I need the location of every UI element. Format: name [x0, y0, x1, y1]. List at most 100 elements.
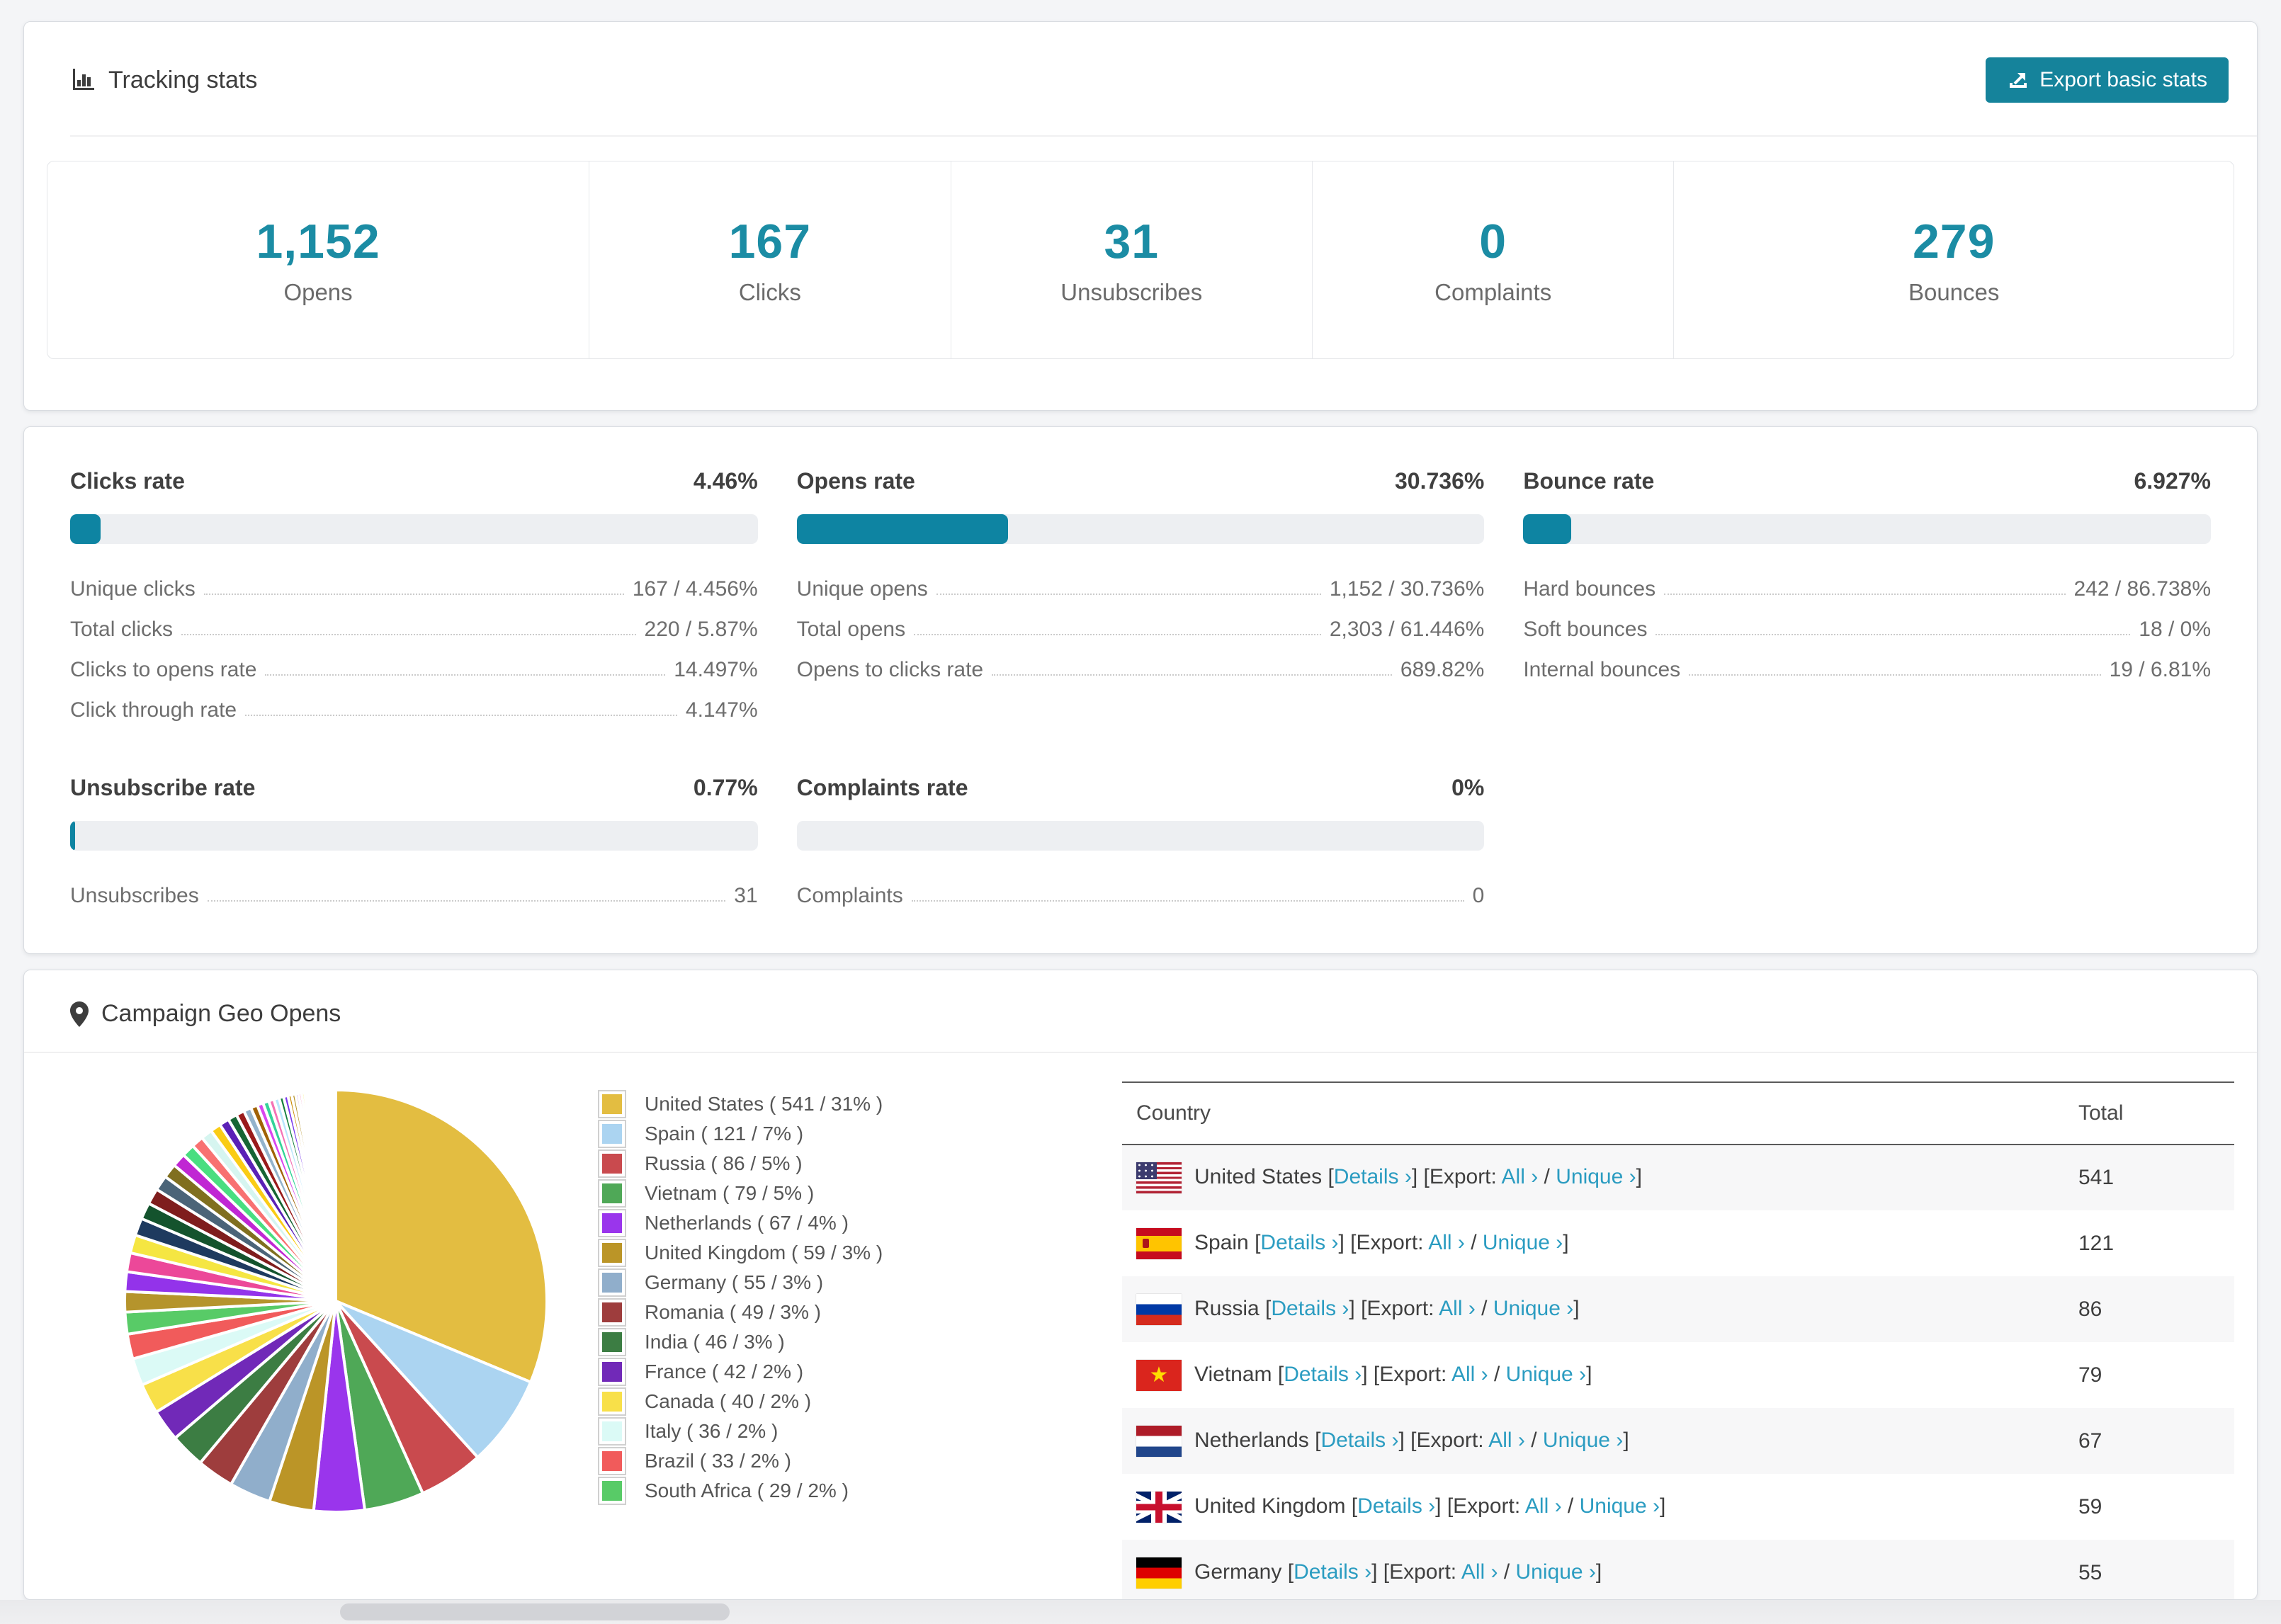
progress-bar-fill: [1523, 514, 1571, 544]
pie-slice[interactable]: [333, 1089, 337, 1302]
rate-panel-head: Opens rate 30.736%: [797, 468, 1485, 494]
summary-stat-value: 0: [1479, 215, 1507, 268]
legend-color-swatch: [598, 1239, 626, 1267]
export-all-link[interactable]: All ›: [1428, 1230, 1465, 1254]
country-total: 541: [2078, 1166, 2115, 1189]
rate-panel-head: Unsubscribe rate 0.77%: [70, 775, 758, 801]
details-link[interactable]: Details ›: [1357, 1494, 1435, 1517]
details-link[interactable]: Details ›: [1284, 1362, 1362, 1385]
country-flag-icon: [1136, 1359, 1182, 1391]
rates-grid: Clicks rate 4.46% Unique clicks 167 / 4.…: [70, 468, 2211, 908]
dotted-leader: [911, 900, 1464, 902]
country-flag-icon: [1136, 1557, 1182, 1589]
export-all-link[interactable]: All ›: [1525, 1494, 1562, 1517]
summary-stat-cell: 279 Bounces: [1674, 161, 2234, 358]
dotted-leader: [203, 594, 624, 595]
legend-label: Brazil ( 33 / 2% ): [645, 1450, 791, 1472]
rate-detail-label: Click through rate: [70, 698, 237, 722]
rate-detail-row: Total opens 2,303 / 61.446%: [797, 601, 1485, 642]
export-button-label: Export basic stats: [2039, 68, 2207, 91]
rate-detail-value: 689.82%: [1400, 658, 1485, 681]
export-all-link[interactable]: All ›: [1451, 1362, 1488, 1385]
country-total: 55: [2078, 1560, 2102, 1584]
legend-color-swatch: [598, 1358, 626, 1386]
horizontal-scrollbar-thumb[interactable]: [340, 1603, 730, 1620]
rate-panel: Clicks rate 4.46% Unique clicks 167 / 4.…: [70, 468, 758, 722]
progress-bar-track: [70, 514, 758, 544]
export-basic-stats-button[interactable]: Export basic stats: [1986, 57, 2229, 103]
rate-detail-value: 167 / 4.456%: [632, 577, 758, 601]
rate-detail-label: Opens to clicks rate: [796, 658, 984, 681]
table-row: Russia [Details ›] [Export: All › / Uniq…: [1122, 1276, 2234, 1342]
export-unique-link[interactable]: Unique ›: [1516, 1560, 1596, 1583]
rate-detail-label: Clicks to opens rate: [70, 658, 257, 681]
dotted-leader: [1664, 594, 2066, 595]
country-total: 67: [2078, 1429, 2102, 1453]
summary-stat-label: Complaints: [1434, 279, 1552, 305]
export-unique-link[interactable]: Unique ›: [1506, 1362, 1586, 1385]
country-name: United States: [1194, 1164, 1328, 1188]
country-column-header: Country: [1122, 1081, 2064, 1145]
export-all-link[interactable]: All ›: [1488, 1428, 1525, 1451]
rate-panel-title: Unsubscribe rate: [70, 775, 256, 800]
campaign-geo-opens-card: Campaign Geo Opens United States ( 541 /…: [23, 970, 2258, 1600]
progress-bar-track: [796, 821, 1485, 851]
table-row: Netherlands [Details ›] [Export: All › /…: [1122, 1408, 2234, 1474]
legend-item: United Kingdom ( 59 / 3% ): [598, 1238, 1094, 1268]
map-pin-icon: [70, 1001, 89, 1027]
details-link[interactable]: Details ›: [1271, 1296, 1349, 1319]
export-unique-link[interactable]: Unique ›: [1556, 1165, 1636, 1188]
legend-color-swatch: [598, 1447, 626, 1475]
export-all-link[interactable]: All ›: [1502, 1165, 1539, 1188]
details-link[interactable]: Details ›: [1260, 1230, 1338, 1254]
legend-color-swatch: [598, 1179, 626, 1208]
country-name: Russia: [1194, 1296, 1266, 1320]
rate-panel-value: 0.77%: [693, 775, 758, 800]
export-unique-link[interactable]: Unique ›: [1493, 1296, 1573, 1319]
summary-stat-label: Bounces: [1908, 279, 2000, 305]
export-unique-link[interactable]: Unique ›: [1580, 1494, 1660, 1517]
rates-card: Clicks rate 4.46% Unique clicks 167 / 4.…: [23, 426, 2258, 954]
rate-panel-value: 4.46%: [693, 468, 758, 494]
export-unique-link[interactable]: Unique ›: [1543, 1428, 1623, 1451]
legend-label: Russia ( 86 / 5% ): [645, 1152, 803, 1174]
rate-detail-label: Soft bounces: [1523, 618, 1648, 641]
rate-rows: Hard bounces 242 / 86.738% Soft bounces …: [1523, 561, 2211, 682]
legend-label: Canada ( 40 / 2% ): [645, 1390, 812, 1412]
details-link[interactable]: Details ›: [1334, 1165, 1412, 1188]
export-all-link[interactable]: All ›: [1439, 1296, 1476, 1319]
page-title: Tracking stats: [108, 66, 258, 93]
summary-stat-cell: 167 Clicks: [589, 161, 951, 358]
rate-detail-value: 2,303 / 61.446%: [1329, 618, 1485, 641]
rate-panel-head: Clicks rate 4.46%: [70, 468, 758, 494]
rate-detail-value: 242 / 86.738%: [2073, 577, 2212, 601]
legend-color-swatch: [598, 1387, 626, 1416]
geo-title-row: Campaign Geo Opens: [70, 1000, 2257, 1028]
details-link[interactable]: Details ›: [1320, 1428, 1398, 1451]
tracking-stats-title-row: Tracking stats: [70, 67, 257, 94]
dotted-leader: [936, 594, 1321, 595]
legend-label: Spain ( 121 / 7% ): [645, 1123, 804, 1145]
export-all-link[interactable]: All ›: [1461, 1560, 1498, 1583]
export-unique-link[interactable]: Unique ›: [1483, 1230, 1563, 1254]
rate-detail-row: Internal bounces 19 / 6.81%: [1523, 642, 2211, 682]
geo-title: Campaign Geo Opens: [101, 1000, 341, 1027]
rate-detail-label: Complaints: [796, 884, 903, 907]
summary-stat-label: Clicks: [738, 279, 801, 305]
country-total: 86: [2078, 1297, 2102, 1321]
country-flag-icon: [1136, 1425, 1182, 1457]
rate-rows: Complaints 0: [797, 868, 1485, 908]
details-link[interactable]: Details ›: [1294, 1560, 1371, 1583]
rate-detail-label: Total opens: [796, 618, 906, 641]
legend-color-swatch: [598, 1417, 626, 1446]
country-name: Netherlands: [1194, 1428, 1315, 1452]
rate-detail-label: Unsubscribes: [70, 884, 199, 907]
legend-item: Germany ( 55 / 3% ): [598, 1268, 1094, 1298]
rate-panel-title: Complaints rate: [796, 775, 968, 800]
rate-panel-value: 6.927%: [2134, 468, 2211, 494]
rate-panel: Opens rate 30.736% Unique opens 1,152 / …: [796, 468, 1485, 722]
rate-panel-title: Clicks rate: [70, 468, 185, 494]
legend-color-swatch: [598, 1149, 626, 1178]
progress-bar-fill: [70, 514, 101, 544]
rate-detail-value: 14.497%: [674, 658, 758, 681]
